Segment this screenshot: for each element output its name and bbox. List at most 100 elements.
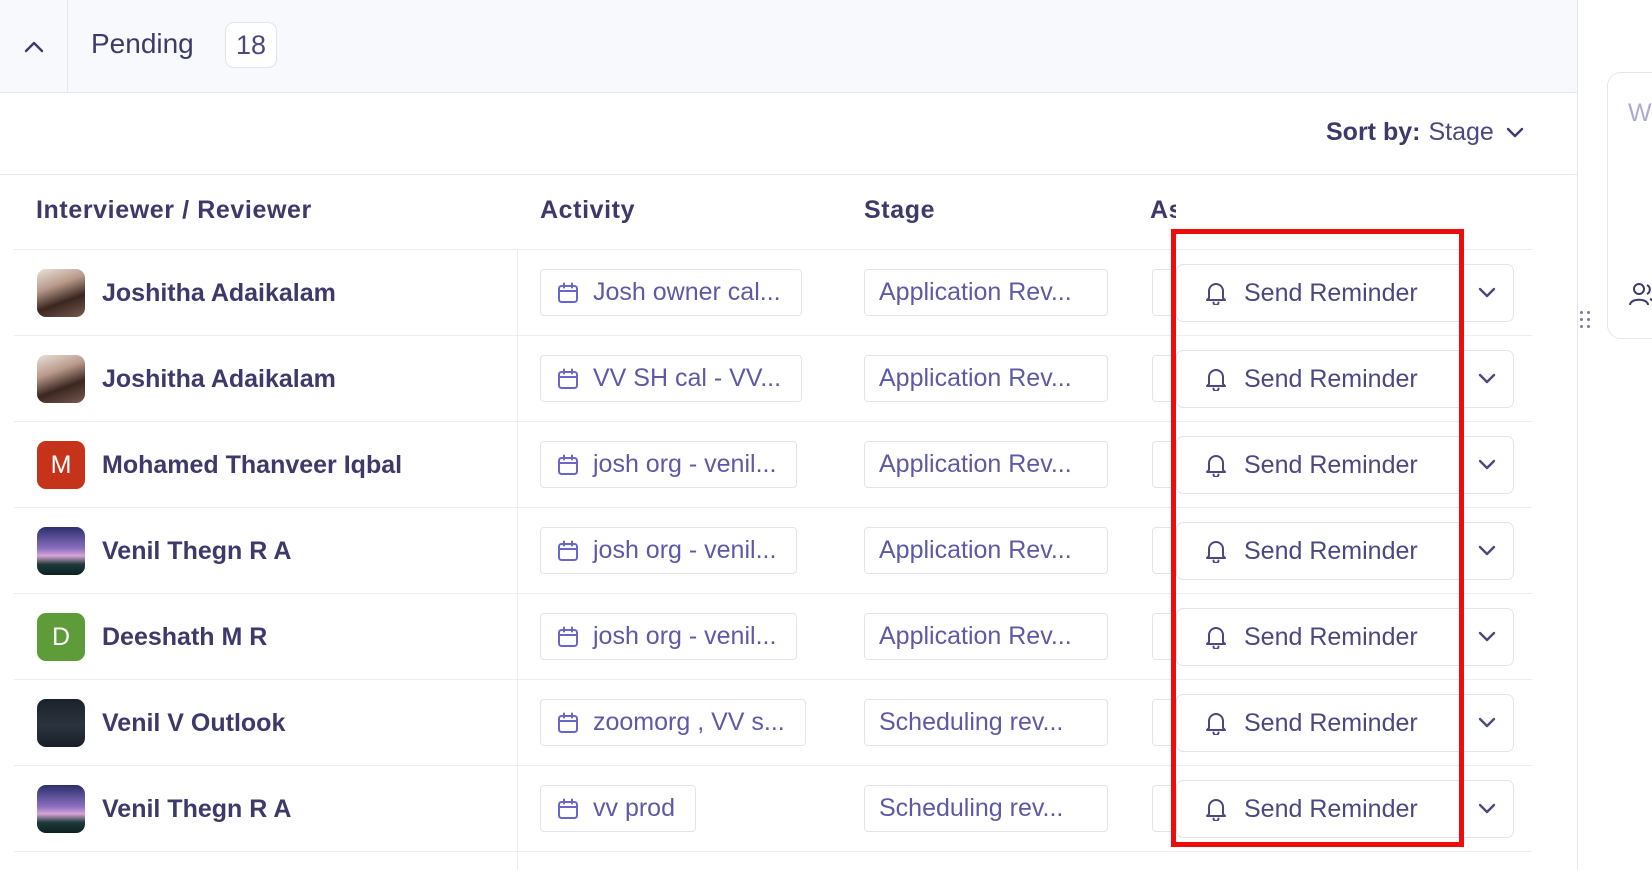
reminder-options-button[interactable] [1460, 781, 1513, 837]
reviewer-name[interactable]: Joshitha Adaikalam [102, 279, 336, 308]
pending-title: Pending [91, 28, 194, 59]
sort-value: Stage [1428, 118, 1494, 146]
reviewer-name[interactable]: Venil Thegn R A [102, 795, 291, 824]
avatar: D [37, 613, 85, 661]
chevron-down-icon [1478, 459, 1495, 470]
activity-chip[interactable]: josh org - venil... [540, 441, 798, 488]
calendar-icon [558, 540, 578, 561]
stage-label: Application Rev... [879, 278, 1072, 306]
bell-icon [1206, 369, 1226, 391]
activity-label: josh org - venil... [593, 622, 777, 650]
chevron-down-icon [1478, 803, 1495, 814]
send-reminder-group: Send Reminder [1176, 608, 1514, 666]
reminder-options-button[interactable] [1460, 351, 1513, 407]
stage-label: Scheduling rev... [879, 794, 1064, 822]
collapse-button[interactable] [0, 0, 68, 93]
reminder-options-button[interactable] [1460, 265, 1513, 321]
column-header-activity: Activity [540, 196, 636, 224]
activity-chip[interactable]: Josh owner cal... [540, 269, 802, 316]
send-reminder-button[interactable]: Send Reminder [1177, 609, 1460, 665]
send-reminder-button[interactable]: Send Reminder [1177, 695, 1460, 751]
avatar-initial: M [50, 450, 72, 479]
stage-chip: Application Rev... [864, 441, 1108, 488]
reminder-options-button[interactable] [1460, 609, 1513, 665]
send-reminder-button[interactable]: Send Reminder [1177, 781, 1460, 837]
calendar-icon [558, 282, 578, 303]
activity-label: Josh owner cal... [593, 278, 781, 306]
side-card: W [1607, 72, 1652, 339]
avatar [37, 699, 85, 747]
pending-count-badge: 18 [225, 22, 278, 68]
table-row: Joshitha Adaikalam VV SH cal - VV... Appli… [14, 336, 1532, 422]
reviewer-name[interactable]: Mohamed Thanveer Iqbal [102, 451, 402, 480]
send-reminder-group: Send Reminder [1176, 522, 1514, 580]
table-row: D Deeshath M R josh org - venil... Applicat… [14, 594, 1532, 680]
stage-label: Application Rev... [879, 622, 1072, 650]
reviewer-name[interactable]: Venil V Outlook [102, 709, 285, 738]
calendar-icon [558, 454, 578, 475]
stage-chip: Application Rev... [864, 527, 1108, 574]
activity-label: VV SH cal - VV... [593, 364, 782, 392]
activity-chip[interactable]: vv prod [540, 785, 696, 832]
activity-chip[interactable]: zoomorg , VV s... [540, 699, 806, 746]
stage-chip: Application Rev... [864, 613, 1108, 660]
send-reminder-label: Send Reminder [1244, 536, 1418, 565]
column-header-reviewer: Interviewer / Reviewer [36, 196, 312, 224]
activity-label: zoomorg , VV s... [593, 708, 785, 736]
stage-chip: Application Rev... [864, 355, 1108, 402]
calendar-icon [558, 626, 578, 647]
send-reminder-group: Send Reminder [1176, 350, 1514, 408]
send-reminder-group: Send Reminder [1176, 780, 1514, 838]
send-reminder-label: Send Reminder [1244, 364, 1418, 393]
activity-label: josh org - venil... [593, 450, 777, 478]
bell-icon [1206, 283, 1226, 305]
bell-icon [1206, 799, 1226, 821]
table-row: Venil V Outlook zoomorg , VV s... Scheduli… [14, 680, 1532, 766]
column-header-assignee: As [1150, 196, 1176, 224]
stage-chip: Scheduling rev... [864, 785, 1108, 832]
pending-section-header: Pending 18 [0, 0, 1577, 93]
table-row: Venil Thegn R A vv prod Scheduling rev... S… [14, 766, 1532, 852]
send-reminder-label: Send Reminder [1244, 278, 1418, 307]
reminder-options-button[interactable] [1460, 695, 1513, 751]
drag-handle-icon[interactable] [1580, 311, 1591, 328]
stage-label: Scheduling rev... [879, 708, 1064, 736]
users-icon [1629, 283, 1652, 306]
send-reminder-label: Send Reminder [1244, 450, 1418, 479]
side-card-letter: W [1628, 99, 1652, 127]
stage-chip: Scheduling rev... [864, 699, 1108, 746]
activity-label: vv prod [593, 794, 675, 822]
chevron-down-icon [1478, 717, 1495, 728]
sort-label: Sort by: [1326, 118, 1421, 146]
activity-chip[interactable]: josh org - venil... [540, 613, 798, 660]
chevron-down-icon [1478, 545, 1495, 556]
send-reminder-label: Send Reminder [1244, 794, 1418, 823]
avatar [37, 527, 85, 575]
send-reminder-button[interactable]: Send Reminder [1177, 351, 1460, 407]
calendar-icon [558, 368, 578, 389]
send-reminder-group: Send Reminder [1176, 694, 1514, 752]
chevron-up-icon [24, 41, 43, 52]
activity-chip[interactable]: josh org - venil... [540, 527, 798, 574]
calendar-icon [558, 712, 578, 733]
reviewer-name[interactable]: Venil Thegn R A [102, 537, 291, 566]
reviewer-name[interactable]: Joshitha Adaikalam [102, 365, 336, 394]
chevron-down-icon [1478, 631, 1495, 642]
reminder-options-button[interactable] [1460, 523, 1513, 579]
activity-label: josh org - venil... [593, 536, 777, 564]
reminder-options-button[interactable] [1460, 437, 1513, 493]
bell-icon [1206, 627, 1226, 649]
send-reminder-group: Send Reminder [1176, 436, 1514, 494]
activity-chip[interactable]: VV SH cal - VV... [540, 355, 803, 402]
bell-icon [1206, 713, 1226, 735]
avatar [37, 355, 85, 403]
avatar [37, 785, 85, 833]
stage-chip: Application Rev... [864, 269, 1108, 316]
send-reminder-button[interactable]: Send Reminder [1177, 265, 1460, 321]
send-reminder-label: Send Reminder [1244, 622, 1418, 651]
sort-dropdown[interactable]: Sort by: Stage [1326, 118, 1524, 147]
send-reminder-button[interactable]: Send Reminder [1177, 437, 1460, 493]
table-row: Venil Thegn R A josh org - venil... Applic… [14, 508, 1532, 594]
reviewer-name[interactable]: Deeshath M R [102, 623, 267, 652]
send-reminder-button[interactable]: Send Reminder [1177, 523, 1460, 579]
